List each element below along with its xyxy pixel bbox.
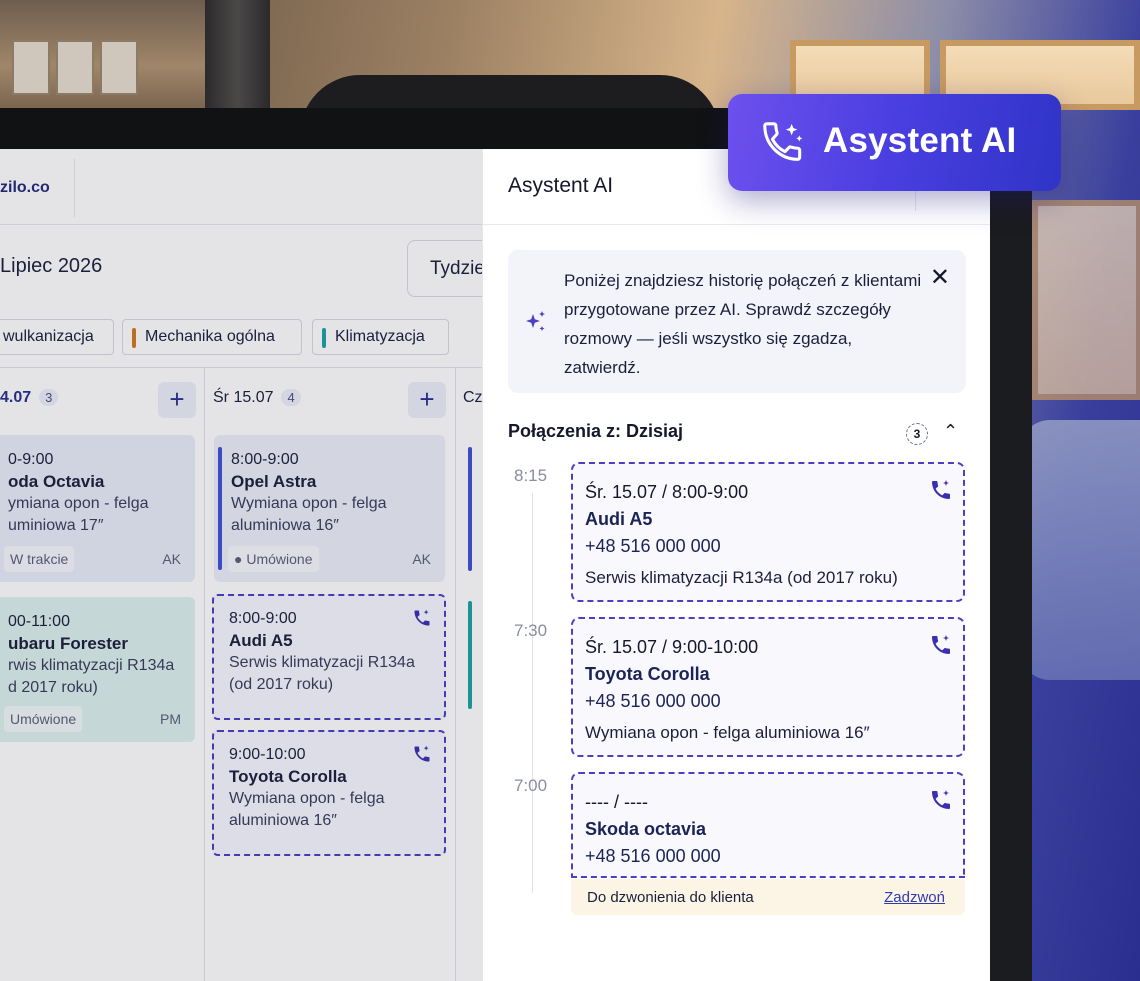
garage-window — [1032, 200, 1140, 400]
call-car: Audi A5 — [585, 509, 653, 529]
calls-count-badge: 3 — [906, 423, 928, 445]
call-card[interactable]: Śr. 15.07 / 9:00-10:00 Toyota Corolla +4… — [571, 617, 965, 757]
blurred-car — [1020, 420, 1140, 680]
call-card[interactable]: Śr. 15.07 / 8:00-9:00 Audi A5 +48 516 00… — [571, 462, 965, 602]
call-car: Toyota Corolla — [585, 664, 710, 684]
call-car: Skoda octavia — [585, 819, 707, 839]
call-slot: Śr. 15.07 / 9:00-10:00 — [585, 637, 759, 657]
shelf-box — [56, 40, 94, 95]
call-time: 8:15 — [514, 466, 548, 485]
call-phone: +48 516 000 000 — [585, 691, 721, 711]
call-phone: +48 516 000 000 — [585, 536, 721, 556]
device-bezel — [990, 108, 1032, 981]
section-title: Połączenia z: Dzisiaj — [508, 421, 684, 441]
dim-overlay — [0, 149, 482, 981]
call-service: Wymiana opon - felga aluminiowa 16″ — [585, 723, 870, 742]
shelf — [0, 0, 210, 110]
panel-title: Asystent AI — [508, 174, 614, 197]
app-screen: zilo.co Lipiec 2026 Tydzie wulkanizacja … — [0, 149, 990, 981]
calendar-view: zilo.co Lipiec 2026 Tydzie wulkanizacja … — [0, 149, 482, 981]
sparkle-icon — [526, 311, 545, 331]
shelf-box — [12, 40, 50, 95]
call-card[interactable]: ---- / ---- Skoda octavia +48 516 000 00… — [571, 772, 965, 878]
shelf-box — [100, 40, 138, 95]
call-time: 7:30 — [514, 621, 548, 640]
info-banner: Poniżej znajdziesz historię połączeń z k… — [508, 250, 966, 393]
callback-text: Do dzwonienia do klienta — [587, 889, 754, 906]
call-button[interactable]: Zadzwoń — [884, 889, 945, 906]
chevron-up-icon[interactable]: ⌃ — [943, 421, 958, 442]
call-phone: +48 516 000 000 — [585, 846, 721, 866]
close-icon[interactable]: ✕ — [930, 266, 950, 290]
callback-bar: Do dzwonienia do klienta Zadzwoń — [571, 879, 965, 915]
badge-label: Asystent AI — [823, 121, 1017, 160]
ai-assistant-panel: Asystent AI Poniżej znajdziesz historię … — [482, 149, 990, 981]
call-slot: Śr. 15.07 / 8:00-9:00 — [585, 482, 749, 502]
call-service: Serwis klimatyzacji R134a (od 2017 roku) — [585, 568, 898, 587]
phone-sparkle-icon — [932, 790, 950, 809]
ai-assistant-badge: Asystent AI — [728, 94, 1061, 191]
lift-post — [205, 0, 270, 110]
timeline-line — [532, 493, 533, 893]
phone-sparkle-icon — [763, 122, 803, 161]
call-slot: ---- / ---- — [585, 792, 648, 812]
phone-sparkle-icon — [932, 480, 950, 499]
info-text: Poniżej znajdziesz historię połączeń z k… — [564, 271, 922, 377]
phone-sparkle-icon — [932, 635, 950, 654]
call-time: 7:00 — [514, 776, 548, 795]
